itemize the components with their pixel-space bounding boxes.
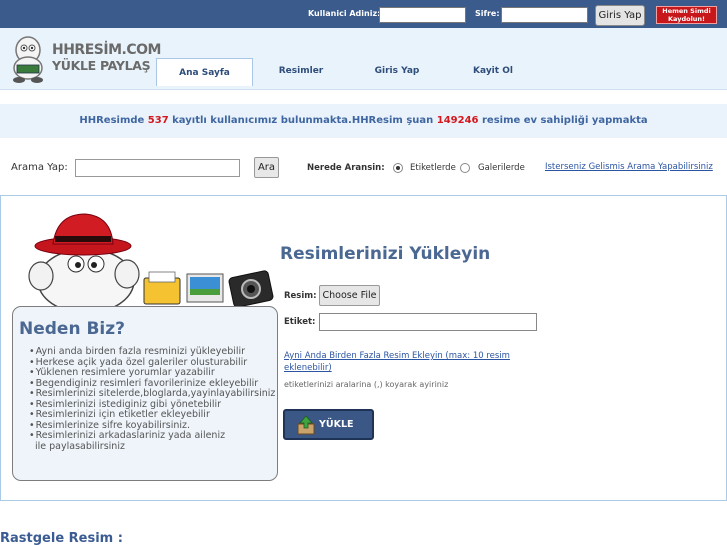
why-us-item: Ayni anda birden fazla resminizi yükleye… [29,346,275,358]
username-label: Kullanici Adiniz: [308,9,381,18]
radio-tags[interactable] [393,163,403,173]
radio-tags-label: Etiketlerde [410,163,456,173]
top-login-bar: Kullanici Adiniz: Sifre: Giris Yap Hemen… [0,0,727,28]
search-label: Arama Yap: [11,162,68,173]
tab-giris-yap[interactable]: Giris Yap [349,58,445,84]
logo-mascot-icon [13,36,43,83]
tag-hint: etiketlerinizi aralarina (,) koyarak ayi… [284,380,449,389]
login-button[interactable]: Giris Yap [595,5,645,26]
why-us-item: Resimlerinizi için etiketler ekleyebilir [29,409,275,421]
site-header: HHRESİM.COM YÜKLE PAYLAŞ Ana Sayfa Resim… [0,28,727,90]
upload-arrow-icon [297,414,315,434]
register-line1: Hemen Simdi [662,7,711,15]
radio-galleries[interactable] [460,163,470,173]
stats-text-1: HHResimde [79,115,148,126]
register-now-button[interactable]: Hemen Simdi Kaydolun! [656,6,717,24]
main-nav: Ana Sayfa Resimler Giris Yap Kayit Ol [156,58,541,86]
why-us-box: Neden Biz? Ayni anda birden fazla resmin… [12,306,278,481]
advanced-search-link[interactable]: Isterseniz Gelismis Arama Yapabilirsiniz [545,162,713,172]
search-button[interactable]: Ara [254,157,279,178]
register-line2: Kaydolun! [667,15,706,23]
site-stats: HHResimde 537 kayıtlı kullanıcımız bulun… [0,104,727,138]
multi-upload-link[interactable]: Ayni Anda Birden Fazla Resim Ekleyin (ma… [284,350,524,374]
search-bar: Arama Yap: Ara Nerede Aransin: Etiketler… [0,150,727,186]
why-us-list: Ayni anda birden fazla resminizi yükleye… [29,346,276,452]
search-scope-label: Nerede Aransin: [307,163,385,173]
why-us-item: Resimlerinizi sitelerde,bloglarda,yayinl… [29,388,276,400]
upload-title: Resimlerinizi Yükleyin [280,244,491,264]
stats-text-3: resime ev sahipliği yapmakta [478,115,648,126]
upload-button[interactable]: YÜKLE [283,409,374,440]
stats-text-2: kayıtlı kullanıcımız bulunmakta.HHResim … [168,115,437,126]
tag-input[interactable] [319,313,537,331]
why-us-title: Neden Biz? [19,319,126,339]
hero-illustration [28,213,274,314]
camera-icon [228,270,274,308]
logo-line1: HHRESİM.COM [52,42,161,58]
search-input[interactable] [75,159,240,177]
main-panel: Neden Biz? Ayni anda birden fazla resmin… [0,195,727,501]
header-divider [0,89,727,90]
username-input[interactable] [379,7,466,23]
radio-galleries-label: Galerilerde [478,163,525,173]
picture-icon [186,273,224,303]
choose-file-button[interactable]: Choose File [319,285,380,306]
upload-button-label: YÜKLE [319,419,354,430]
tab-resimler[interactable]: Resimler [253,58,349,84]
password-input[interactable] [501,7,588,23]
tab-ana-sayfa[interactable]: Ana Sayfa [156,58,253,86]
image-count: 149246 [436,115,479,126]
tag-label: Etiket: [284,317,316,327]
password-label: Sifre: [475,9,500,18]
why-us-item: Resimlerinizi arkadaslariniz yada aileni… [29,430,275,442]
why-us-item-continued: ile paylasabilirsiniz [35,440,125,452]
image-label: Resim: [284,291,317,301]
logo-line2: YÜKLE PAYLAŞ [52,58,151,73]
random-image-title: Rastgele Resim : [0,531,123,545]
folder-icon [143,271,181,305]
logo-text[interactable]: HHRESİM.COM YÜKLE PAYLAŞ [52,42,161,74]
why-us-item: Yüklenen resimlere yorumlar yazabilir [29,367,275,379]
tab-kayit-ol[interactable]: Kayit Ol [445,58,541,84]
user-count: 537 [147,115,169,126]
